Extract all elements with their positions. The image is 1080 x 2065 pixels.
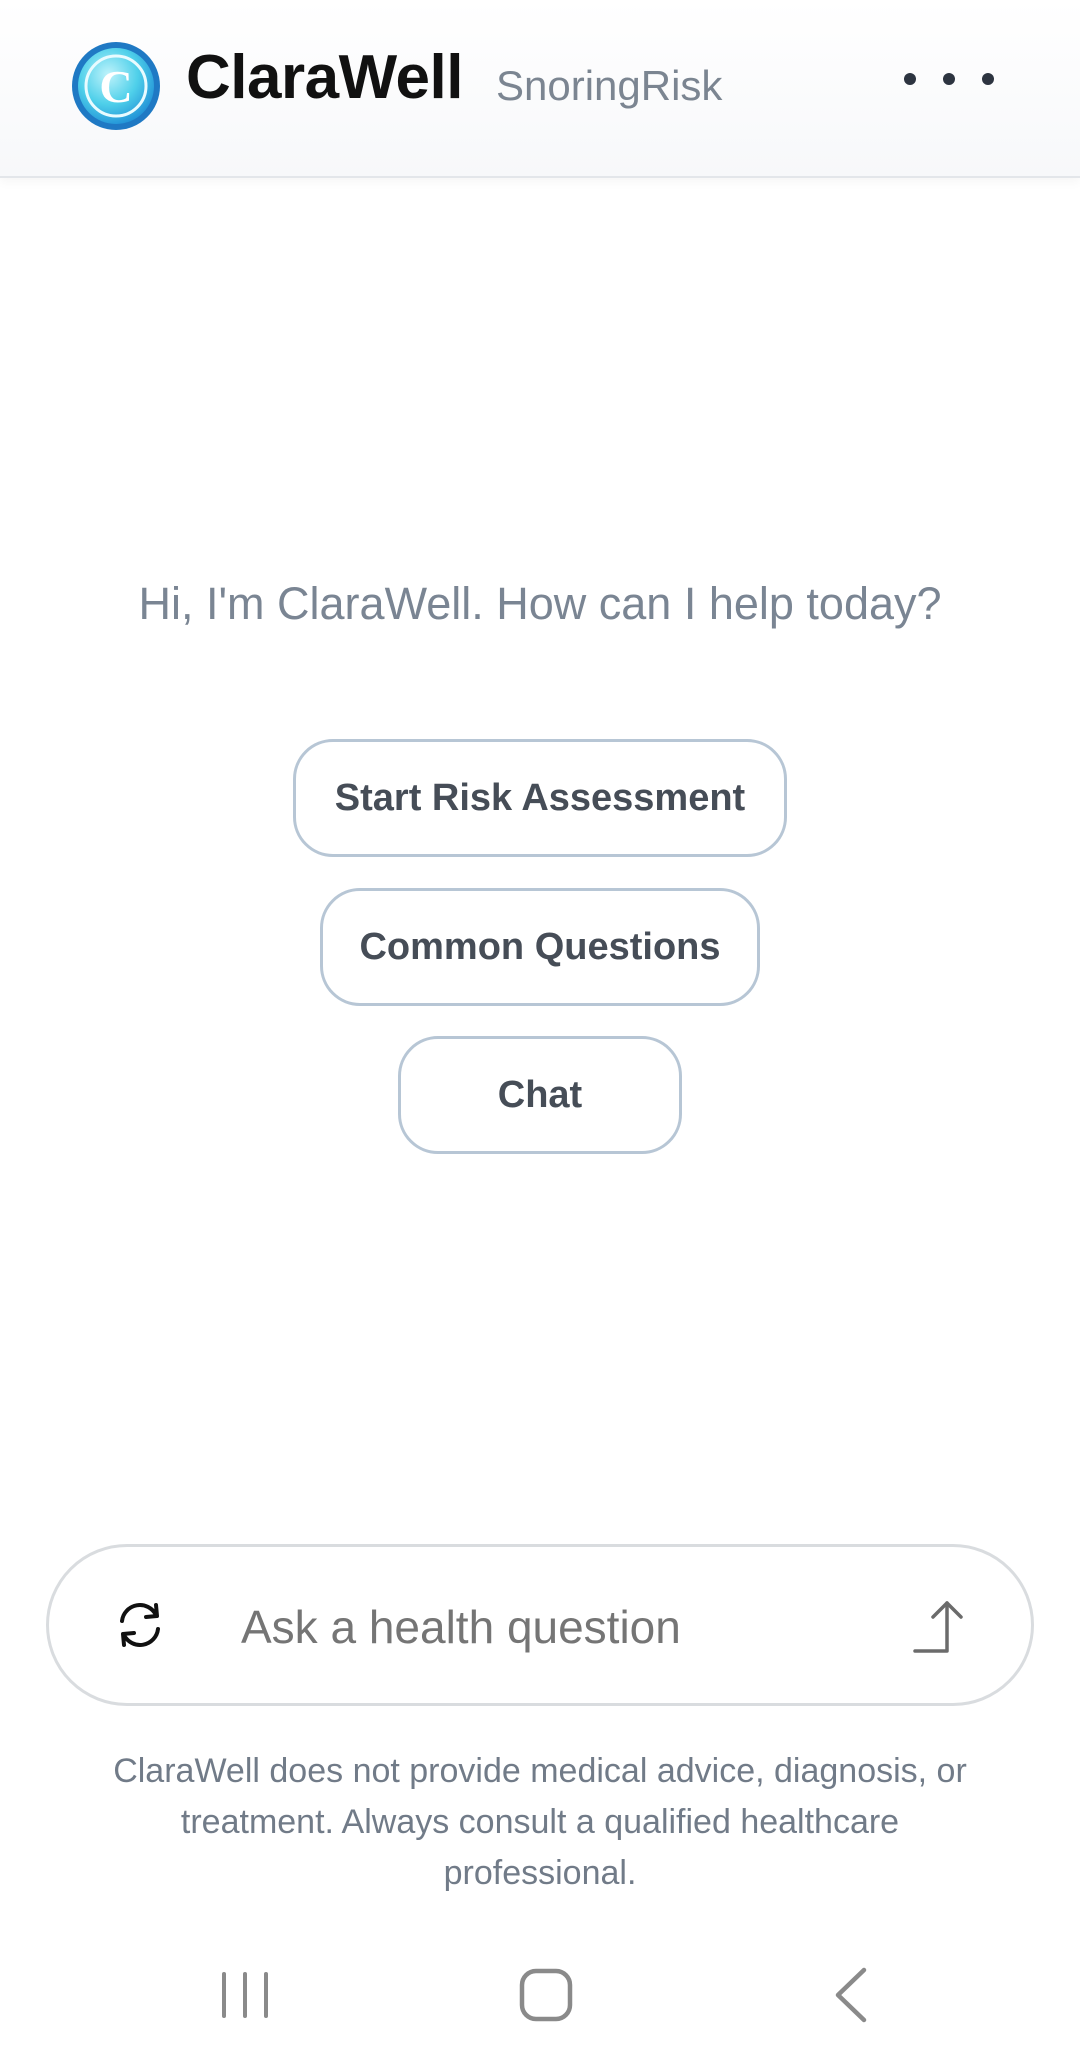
more-horizontal-icon bbox=[943, 73, 955, 85]
clarawell-logo-icon: C bbox=[72, 42, 160, 130]
logo-letter: C bbox=[99, 61, 132, 112]
common-questions-button[interactable]: Common Questions bbox=[320, 888, 760, 1006]
more-horizontal-icon bbox=[982, 73, 994, 85]
medical-disclaimer: ClaraWell does not provide medical advic… bbox=[113, 1752, 967, 1892]
system-navigation-bar bbox=[0, 1950, 1080, 2065]
chat-button[interactable]: Chat bbox=[398, 1036, 682, 1154]
product-name: SnoringRisk bbox=[496, 62, 723, 109]
brand-name: ClaraWell bbox=[186, 43, 463, 112]
more-horizontal-icon bbox=[904, 73, 916, 85]
greeting-text: Hi, I'm ClaraWell. How can I help today? bbox=[138, 578, 942, 629]
app-screen: C ClaraWell SnoringRisk Hi, I'm ClaraWel… bbox=[0, 0, 1080, 2065]
send-arrow-icon[interactable] bbox=[911, 1597, 971, 1655]
ask-question-input[interactable] bbox=[239, 1587, 903, 1667]
more-menu-button[interactable] bbox=[904, 52, 994, 106]
chat-composer bbox=[46, 1544, 1034, 1706]
back-icon[interactable] bbox=[830, 1966, 870, 2024]
refresh-icon[interactable] bbox=[112, 1597, 168, 1653]
start-risk-assessment-button[interactable]: Start Risk Assessment bbox=[293, 739, 787, 857]
app-header: C ClaraWell SnoringRisk bbox=[0, 0, 1080, 178]
home-icon[interactable] bbox=[518, 1967, 574, 2023]
recents-icon[interactable] bbox=[218, 1970, 272, 2020]
